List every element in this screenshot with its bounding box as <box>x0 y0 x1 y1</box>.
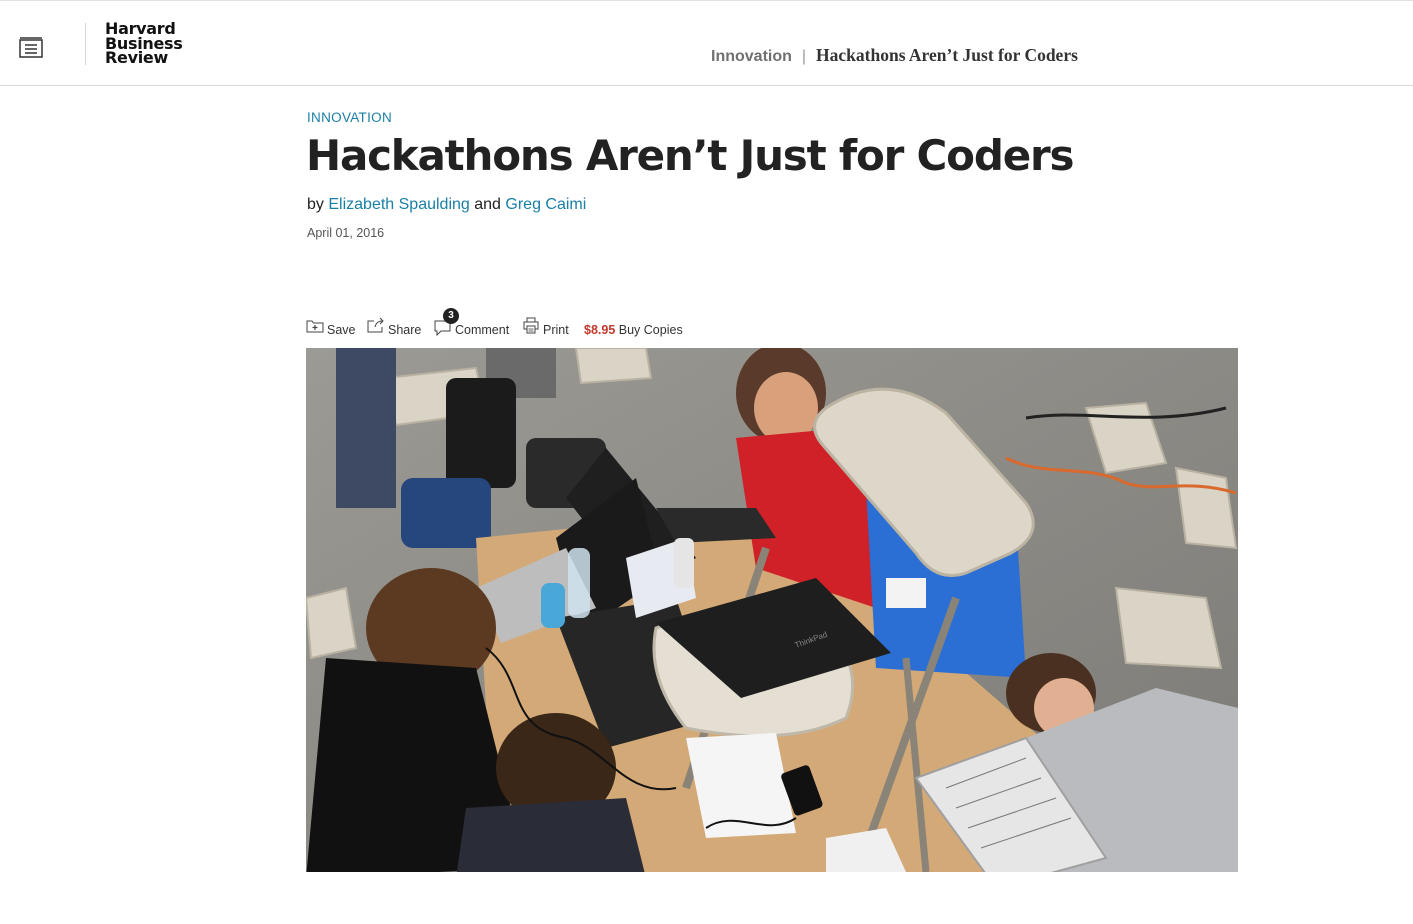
article-title: Hackathons Aren’t Just for Coders <box>306 131 1075 180</box>
byline-prefix: by <box>307 196 324 213</box>
comment-count-badge: 3 <box>443 308 459 324</box>
author-link-2[interactable]: Greg Caimi <box>505 196 586 213</box>
buy-copies-text: $8.95 Buy Copies <box>584 323 683 337</box>
breadcrumb-title: Hackathons Aren’t Just for Coders <box>816 45 1078 65</box>
hackathon-photo: ThinkPad <box>306 348 1238 872</box>
hero-image: ThinkPad <box>306 348 1238 872</box>
buy-copies-button[interactable]: $8.95 Buy Copies <box>584 316 688 340</box>
byline: by Elizabeth Spaulding and Greg Caimi <box>307 196 586 214</box>
print-button[interactable]: Print <box>523 316 573 340</box>
comment-button[interactable]: 3 Comment <box>434 308 512 340</box>
breadcrumb-separator: | <box>801 48 807 65</box>
save-button[interactable]: Save <box>306 316 356 340</box>
hbr-logo[interactable]: Harvard Business Review <box>105 21 183 67</box>
share-label: Share <box>388 323 422 337</box>
header-divider <box>85 23 86 65</box>
menu-button[interactable] <box>18 35 46 61</box>
breadcrumb: Innovation | Hackathons Aren’t Just for Co… <box>711 45 1078 67</box>
publish-date: April 01, 2016 <box>307 226 385 240</box>
topic-link[interactable]: INNOVATION <box>307 110 392 125</box>
print-icon <box>523 317 539 334</box>
author-link-1[interactable]: Elizabeth Spaulding <box>328 196 469 213</box>
menu-icon <box>19 37 43 58</box>
logo-line-3: Review <box>105 48 168 67</box>
byline-conjunction: and <box>474 196 501 213</box>
price: $8.95 <box>584 323 616 337</box>
comment-label: Comment <box>455 323 510 337</box>
share-button[interactable]: Share <box>367 316 423 340</box>
share-icon <box>367 317 384 333</box>
buy-copies-label: Buy Copies <box>618 323 683 337</box>
site-header: Harvard Business Review Innovation | Hacka… <box>0 1 1413 86</box>
print-label: Print <box>543 323 569 337</box>
breadcrumb-section-link[interactable]: Innovation <box>711 48 792 65</box>
save-label: Save <box>327 323 356 337</box>
save-icon <box>306 320 324 333</box>
